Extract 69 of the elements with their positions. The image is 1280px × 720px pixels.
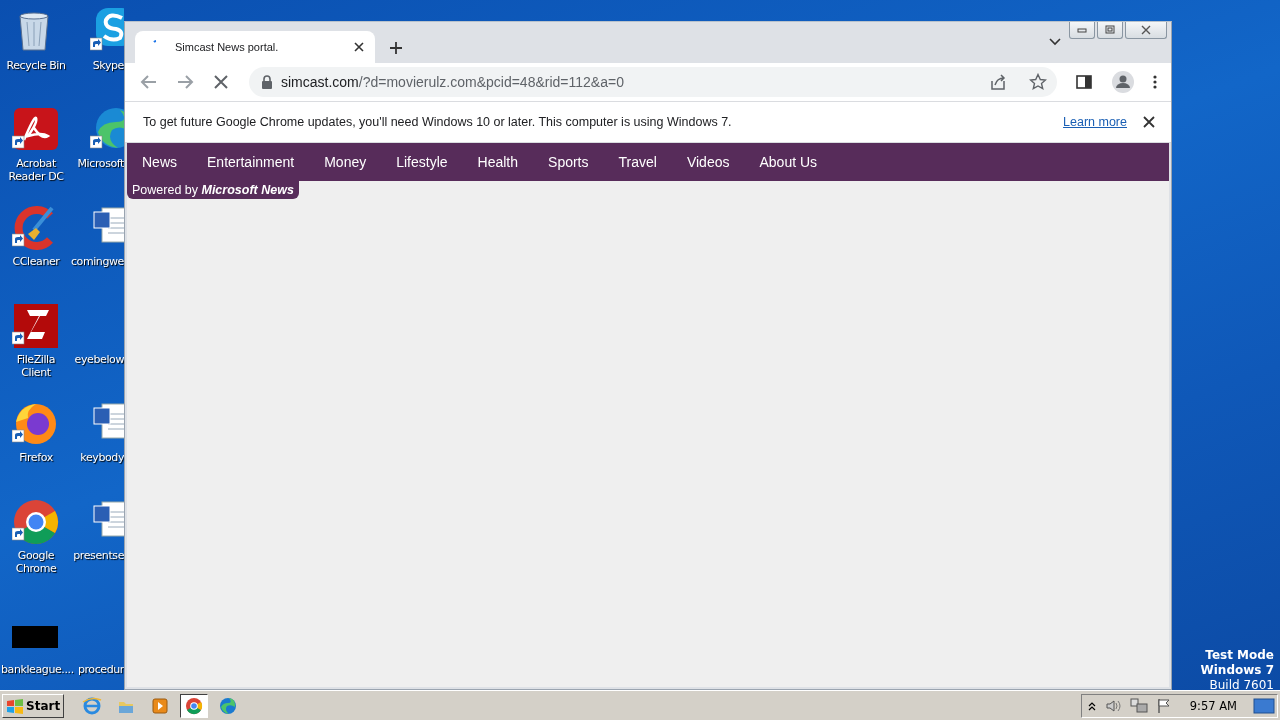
browser-tab[interactable]: Simcast News portal.: [135, 31, 375, 63]
filezilla-icon[interactable]: [12, 302, 60, 350]
desktop-icon-label[interactable]: Skype: [92, 59, 124, 72]
start-button[interactable]: Start: [2, 693, 65, 718]
chrome-icon[interactable]: [12, 498, 60, 546]
desktop-icon-label[interactable]: eyebelow: [74, 353, 124, 366]
minimize-icon: [1077, 27, 1087, 33]
desktop-icon-label[interactable]: Acrobat Reader DC: [1, 157, 71, 183]
shortcut-arrow-icon: [90, 37, 103, 51]
desktop-icon-label[interactable]: FileZilla Client: [1, 353, 71, 379]
restore-icon: [1104, 25, 1116, 35]
profile-icon[interactable]: [1111, 70, 1135, 94]
close-icon[interactable]: [353, 41, 365, 53]
nav-link[interactable]: Entertainment: [207, 154, 295, 170]
lock-icon: [261, 75, 273, 89]
chrome-icon: [184, 695, 205, 716]
test-mode-text: Build 7601: [1209, 678, 1274, 693]
clock[interactable]: 9:57 AM: [1189, 698, 1237, 713]
side-panel-icon[interactable]: [1075, 73, 1093, 91]
desktop-icon-label[interactable]: comingwe: [70, 255, 124, 268]
loading-spinner-icon: [153, 40, 157, 44]
tab-search-caret-icon[interactable]: [1049, 38, 1061, 46]
share-icon[interactable]: [989, 73, 1007, 91]
desktop-icon-label[interactable]: Google Chrome: [1, 549, 71, 575]
windows-logo-icon: [6, 697, 24, 714]
desktop-icon-label[interactable]: CCleaner: [12, 255, 60, 268]
infobar-message: To get future Google Chrome updates, you'll need Windows 10 or later. This computer is using Windows 7.: [143, 115, 733, 129]
chevron-up-icon[interactable]: [1087, 700, 1096, 711]
nav-link[interactable]: About Us: [759, 154, 818, 170]
learn-more-link[interactable]: Learn more: [1063, 115, 1127, 129]
media-player-icon: [150, 695, 171, 716]
shortcut-arrow-icon: [12, 135, 25, 149]
restore-button[interactable]: [1097, 22, 1123, 39]
nav-link[interactable]: News: [142, 154, 177, 170]
desktop-icon-label[interactable]: Firefox: [19, 451, 53, 464]
new-tab-icon[interactable]: [389, 41, 403, 55]
test-mode-text: Windows 7: [1200, 663, 1274, 678]
nav-link[interactable]: Lifestyle: [396, 154, 448, 170]
nav-link[interactable]: Money: [324, 154, 367, 170]
network-icon[interactable]: [1129, 697, 1148, 714]
internet-explorer-icon: [82, 695, 103, 716]
shortcut-arrow-icon: [12, 527, 25, 541]
close-icon[interactable]: [1143, 116, 1155, 128]
desktop-icon-label[interactable]: procedur: [77, 663, 124, 676]
taskbar-app-button[interactable]: [180, 693, 209, 718]
close-icon: [1141, 25, 1151, 35]
flag-icon[interactable]: [1155, 697, 1172, 714]
desktop-icon-label[interactable]: Recycle Bin: [6, 59, 66, 72]
shortcut-arrow-icon: [90, 135, 103, 149]
desktop-icon-label[interactable]: presentse: [73, 549, 124, 562]
shortcut-arrow-icon: [12, 233, 25, 247]
desktop-icon-label[interactable]: Microsoft: [77, 157, 124, 170]
address-bar[interactable]: simcast.com/?d=movierulz.com&pcid=48&rid=112&a=0: [249, 67, 1057, 97]
nav-link[interactable]: Travel: [618, 154, 657, 170]
speaker-icon[interactable]: [1103, 697, 1122, 714]
edge-icon: [218, 695, 239, 716]
show-desktop-icon[interactable]: [1253, 696, 1275, 715]
star-icon[interactable]: [1029, 73, 1047, 91]
shortcut-arrow-icon: [12, 429, 25, 443]
close-button[interactable]: [1125, 22, 1167, 39]
desktop-icon-label[interactable]: bankleague....: [1, 663, 71, 676]
minimize-button[interactable]: [1069, 22, 1095, 39]
desktop-icon-label[interactable]: keybody: [80, 451, 124, 464]
nav-link[interactable]: Health: [477, 154, 519, 170]
shortcut-arrow-icon: [12, 331, 25, 345]
nav-link[interactable]: Sports: [548, 154, 589, 170]
powered-by-badge: Powered by Microsoft News: [127, 181, 299, 199]
nav-link[interactable]: Videos: [686, 154, 730, 170]
test-mode-text: Test Mode: [1205, 648, 1274, 663]
